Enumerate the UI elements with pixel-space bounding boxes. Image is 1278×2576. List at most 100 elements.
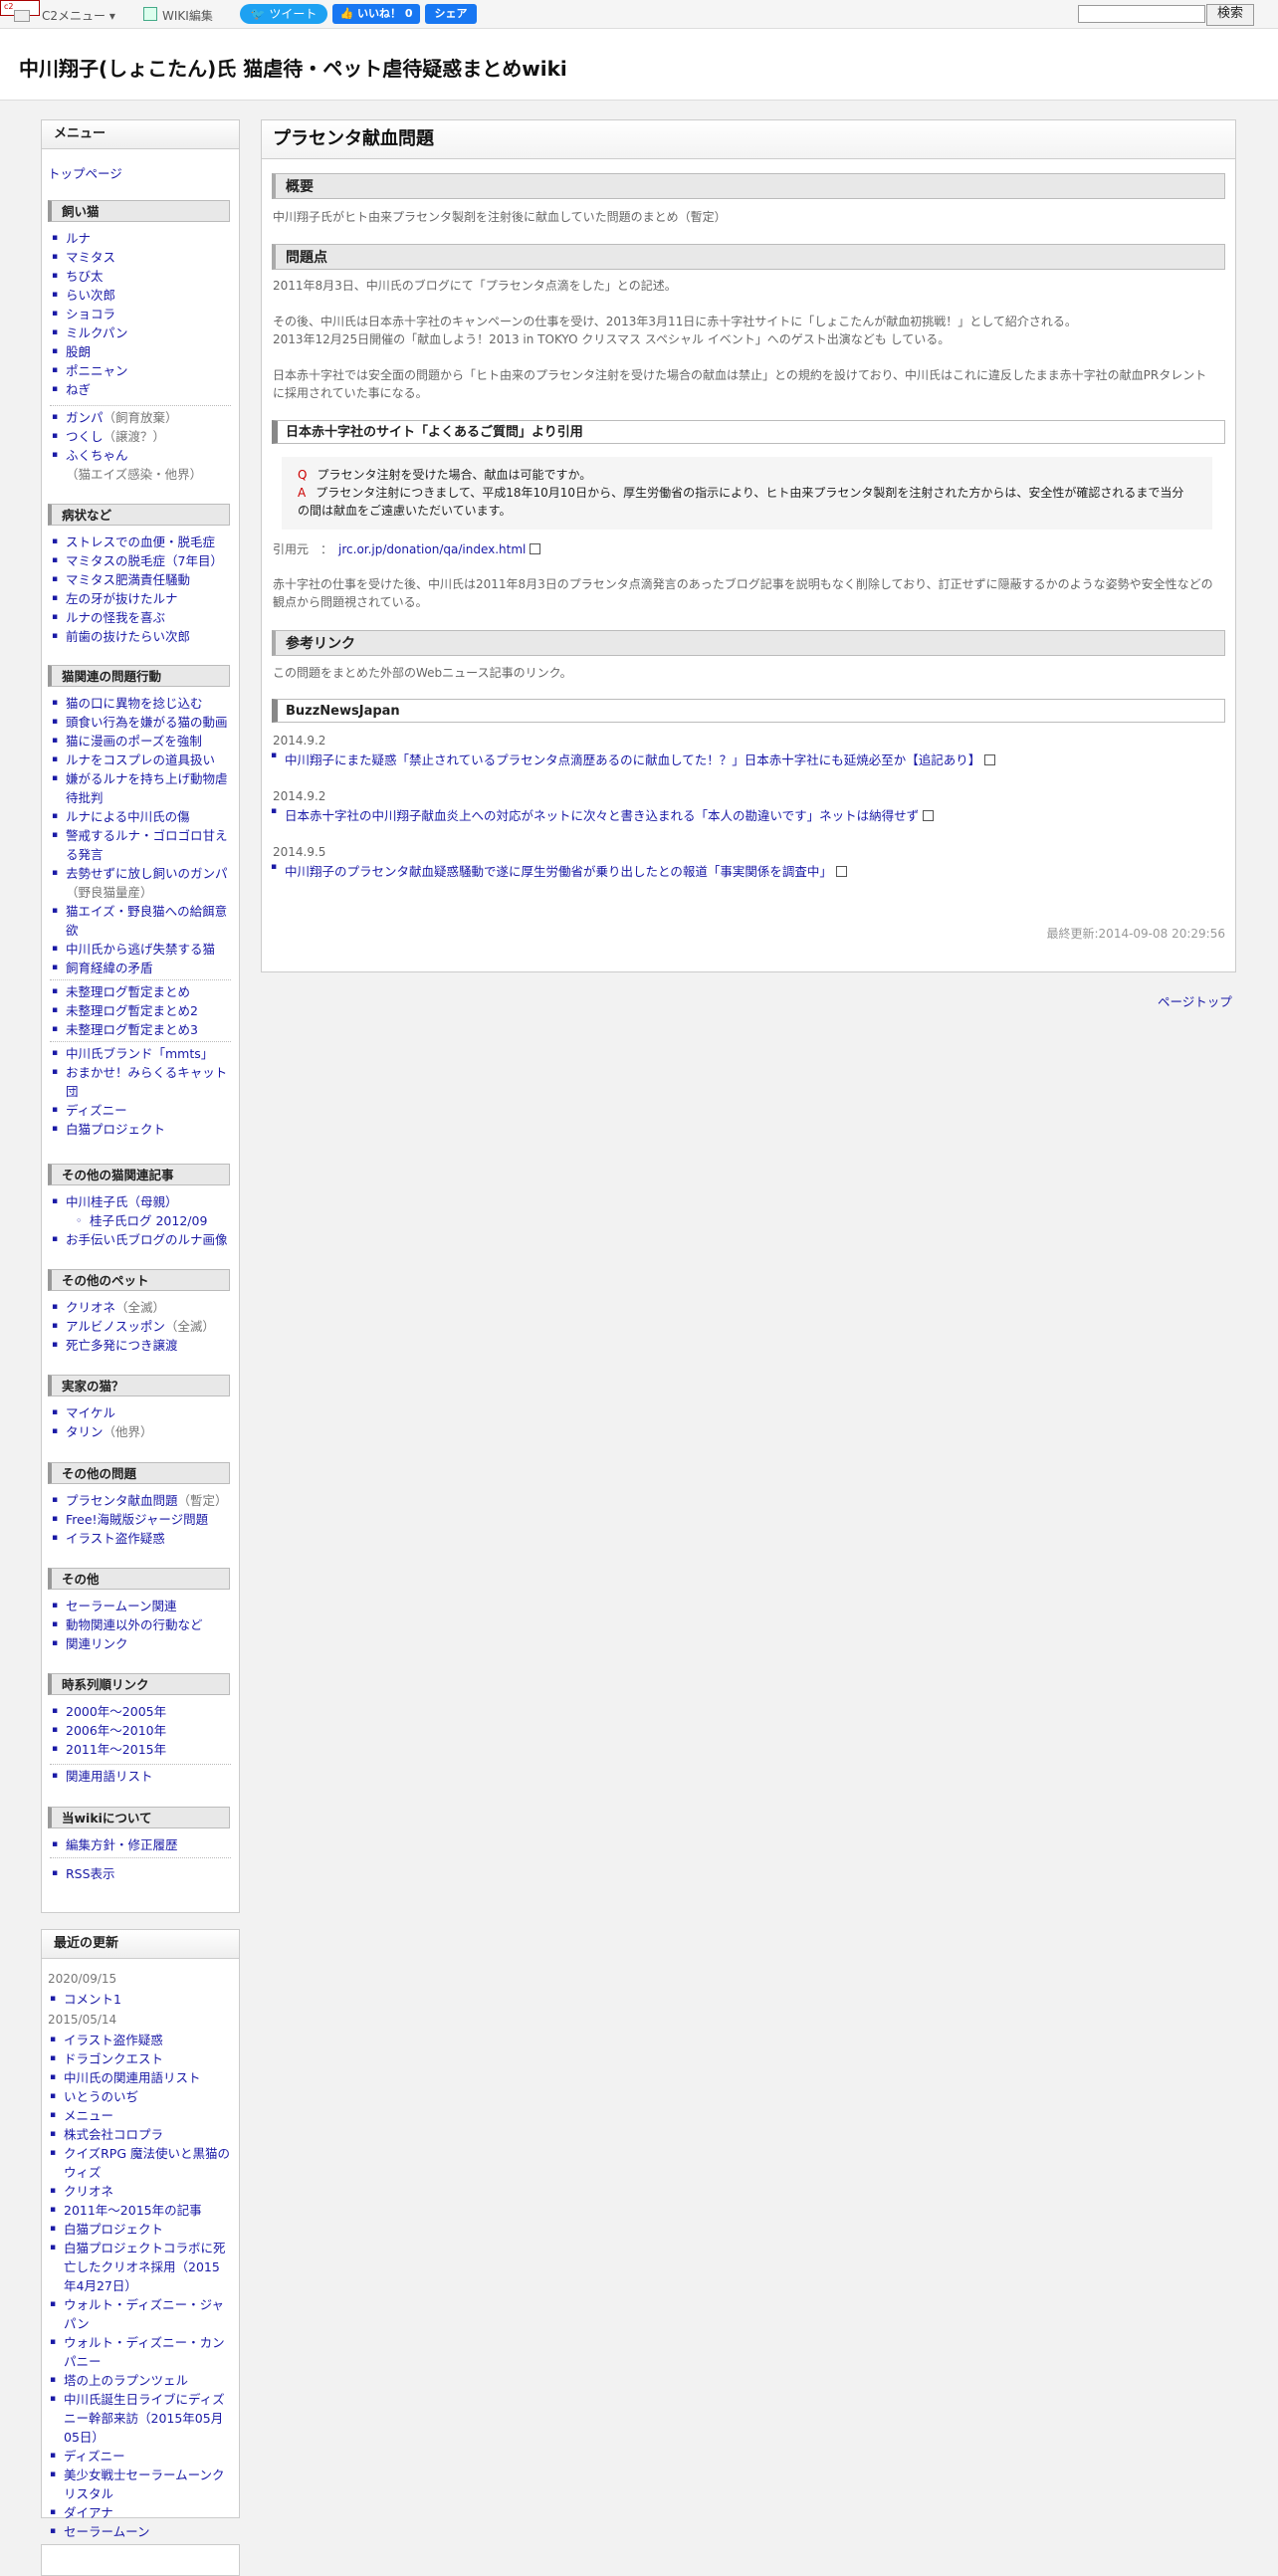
list-item[interactable]: ウォルト・ディズニー・ジャパン [48, 2295, 232, 2333]
list-item-link[interactable]: おまかせ！みらくるキャット団 [66, 1065, 227, 1099]
list-item[interactable]: 頭食い行為を嫌がる猫の動画 [50, 713, 234, 732]
list-item[interactable]: ルナの怪我を喜ぶ [50, 608, 234, 627]
list-item-link[interactable]: ちび太 [66, 269, 104, 284]
page-top-link[interactable]: ページトップ [1158, 991, 1232, 1010]
list-item-link[interactable]: 中川氏ブランド「mmts」 [66, 1046, 213, 1061]
list-item-link[interactable]: ウォルト・ディズニー・カンパニー [64, 2335, 225, 2369]
list-item[interactable]: 2011年～2015年 [50, 1740, 234, 1759]
list-item[interactable]: 関連用語リスト [50, 1767, 234, 1786]
list-item-link[interactable]: ふくちゃん [66, 448, 128, 463]
list-item[interactable]: マミタス [50, 248, 234, 267]
list-item[interactable]: ディズニー [48, 2447, 232, 2466]
list-item-link[interactable]: 2000年～2005年 [66, 1704, 166, 1719]
list-item-link[interactable]: クリオネ [66, 1300, 115, 1315]
list-item-link[interactable]: 去勢せずに放し飼いのガンパ [66, 866, 228, 881]
list-item-link[interactable]: 塔の上のラプンツェル [64, 2373, 188, 2388]
list-item-link[interactable]: らい次郎 [66, 288, 115, 303]
list-item-link[interactable]: 白猫プロジェクト [64, 2222, 163, 2237]
list-item-link[interactable]: 未整理ログ暫定まとめ3 [66, 1022, 198, 1037]
list-item-link[interactable]: 警戒するルナ・ゴロゴロ甘える発言 [66, 828, 228, 862]
list-item-link[interactable]: 株式会社コロプラ [64, 2127, 163, 2142]
list-item[interactable]: ショコラ [50, 305, 234, 323]
list-item-link[interactable]: 関連リンク [66, 1636, 128, 1651]
list-item[interactable]: 2006年～2010年 [50, 1721, 234, 1740]
list-item[interactable]: ふくちゃん （猫エイズ感染・他界） [50, 446, 234, 484]
list-item-link[interactable]: ルナによる中川氏の傷 [66, 809, 190, 824]
list-item[interactable]: 2000年～2005年 [50, 1702, 234, 1721]
list-item[interactable]: 中川氏から逃げ失禁する猫 [50, 940, 234, 959]
list-item-link[interactable]: Free!海賊版ジャージ問題 [66, 1512, 208, 1527]
list-item-link[interactable]: ねぎ [66, 382, 91, 397]
list-item-link[interactable]: コメント1 [64, 1992, 121, 2007]
list-item-link[interactable]: 中川氏の関連用語リスト [64, 2070, 201, 2085]
list-item[interactable]: 猫に漫画のポーズを強制 [50, 732, 234, 751]
list-item-link[interactable]: 左の牙が抜けたルナ [66, 591, 178, 606]
list-item-link[interactable]: 猫に漫画のポーズを強制 [66, 734, 202, 749]
list-item[interactable]: プラセンタ献血問題（暫定） [50, 1491, 234, 1510]
list-item[interactable]: 未整理ログ暫定まとめ [50, 982, 234, 1001]
list-item[interactable]: ルナによる中川氏の傷 [50, 807, 234, 826]
list-item-link[interactable]: ミルクパン [66, 325, 128, 340]
list-item-link[interactable]: アルビノスッポン [66, 1319, 165, 1334]
list-item[interactable]: 動物関連以外の行動など [50, 1615, 234, 1634]
list-item[interactable]: らい次郎 [50, 286, 234, 305]
list-item[interactable]: 去勢せずに放し飼いのガンパ （野良猫量産） [50, 864, 234, 902]
list-item[interactable]: 前歯の抜けたらい次郎 [50, 627, 234, 646]
list-item[interactable]: マミタス肥満責任騒動 [50, 570, 234, 589]
list-item[interactable]: ダイアナ [48, 2503, 232, 2522]
search-input[interactable] [1078, 5, 1205, 23]
c2-menu-link[interactable]: C2メニュー ▾ [42, 7, 115, 24]
list-item[interactable]: 左の牙が抜けたルナ [50, 589, 234, 608]
list-item[interactable]: つくし（譲渡？） [50, 427, 234, 446]
list-item-link[interactable]: クリオネ [64, 2184, 113, 2199]
list-item[interactable]: ちび太 [50, 267, 234, 286]
list-item-link[interactable]: マイケル [66, 1405, 115, 1420]
list-item[interactable]: 白猫プロジェクト [50, 1120, 234, 1139]
list-item[interactable]: ルナ [50, 229, 234, 248]
site-title[interactable]: 中川翔子(しょこたん)氏 猫虐待・ペット虐待疑惑まとめwiki [19, 53, 567, 82]
list-item-link[interactable]: 美少女戦士セーラームーンクリスタル [64, 2468, 225, 2501]
list-item-link[interactable]: ダイアナ [64, 2505, 113, 2520]
list-item-link[interactable]: ストレスでの血便・脱毛症 [66, 535, 215, 549]
list-item[interactable]: お手伝い氏ブログのルナ画像 [50, 1230, 234, 1249]
list-item-link[interactable]: 飼育経緯の矛盾 [66, 961, 153, 975]
list-item-link[interactable]: ルナ [66, 231, 91, 246]
share-button[interactable]: シェア [425, 4, 477, 24]
list-item[interactable]: クリオネ [48, 2182, 232, 2201]
list-item[interactable]: ドラゴンクエスト [48, 2049, 232, 2068]
list-item[interactable]: 中川氏誕生日ライブにディズニー幹部来訪（2015年05月05日） [48, 2390, 232, 2447]
list-item[interactable]: マミタスの脱毛症（7年目） [50, 551, 234, 570]
search-button[interactable]: 検索 [1206, 4, 1254, 26]
list-item[interactable]: セーラームーン [48, 2522, 232, 2541]
list-item[interactable]: 中川氏の関連用語リスト [48, 2068, 232, 2087]
list-item-link[interactable]: セーラームーン関連 [66, 1599, 177, 1613]
reference-item[interactable]: 中川翔子のプラセンタ献血疑惑騒動で遂に厚生労働省が乗り出したとの報道「事実関係を… [271, 861, 847, 880]
list-item-link[interactable]: 2011年～2015年の記事 [64, 2203, 202, 2218]
list-item-link[interactable]: セーラームーン [64, 2524, 150, 2539]
list-item[interactable]: 中川氏ブランド「mmts」 [50, 1044, 234, 1063]
list-item-link[interactable]: 編集方針・修正履歴 [66, 1837, 178, 1852]
list-item[interactable]: 股朗 [50, 342, 234, 361]
list-item-link[interactable]: ポニニャン [66, 363, 128, 378]
list-item-link[interactable]: 中川氏誕生日ライブにディズニー幹部来訪（2015年05月05日） [64, 2392, 225, 2445]
list-item[interactable]: メニュー [48, 2106, 232, 2125]
list-item-link[interactable]: 前歯の抜けたらい次郎 [66, 629, 190, 644]
list-item[interactable]: 死亡多発につき譲渡 [50, 1336, 234, 1355]
list-item-link[interactable]: 中川氏から逃げ失禁する猫 [66, 942, 215, 957]
tweet-button[interactable]: 🐦 ツイート [240, 4, 327, 24]
list-item[interactable]: 猫の口に異物を捻じ込む [50, 694, 234, 713]
list-item[interactable]: 飼育経緯の矛盾 [50, 959, 234, 977]
list-item[interactable]: イラスト盗作疑惑 [48, 2031, 232, 2049]
list-item-link[interactable]: 猫エイズ・野良猫への給餌意欲 [66, 904, 227, 938]
list-item-link[interactable]: 猫の口に異物を捻じ込む [66, 696, 203, 711]
list-item[interactable]: Free!海賊版ジャージ問題 [50, 1510, 234, 1529]
wiki-edit-link[interactable]: WIKI編集 [162, 7, 213, 24]
list-item[interactable]: ポニニャン [50, 361, 234, 380]
list-item[interactable]: タリン（他界） [50, 1422, 234, 1441]
list-item[interactable]: イラスト盗作疑惑 [50, 1529, 234, 1548]
list-item[interactable]: マイケル [50, 1403, 234, 1422]
list-item[interactable]: コメント1 [48, 1990, 232, 2009]
list-item-link[interactable]: ディズニー [64, 2449, 125, 2464]
list-item-link[interactable]: ルナの怪我を喜ぶ [66, 610, 165, 625]
list-item-link[interactable]: RSS表示 [66, 1866, 115, 1881]
